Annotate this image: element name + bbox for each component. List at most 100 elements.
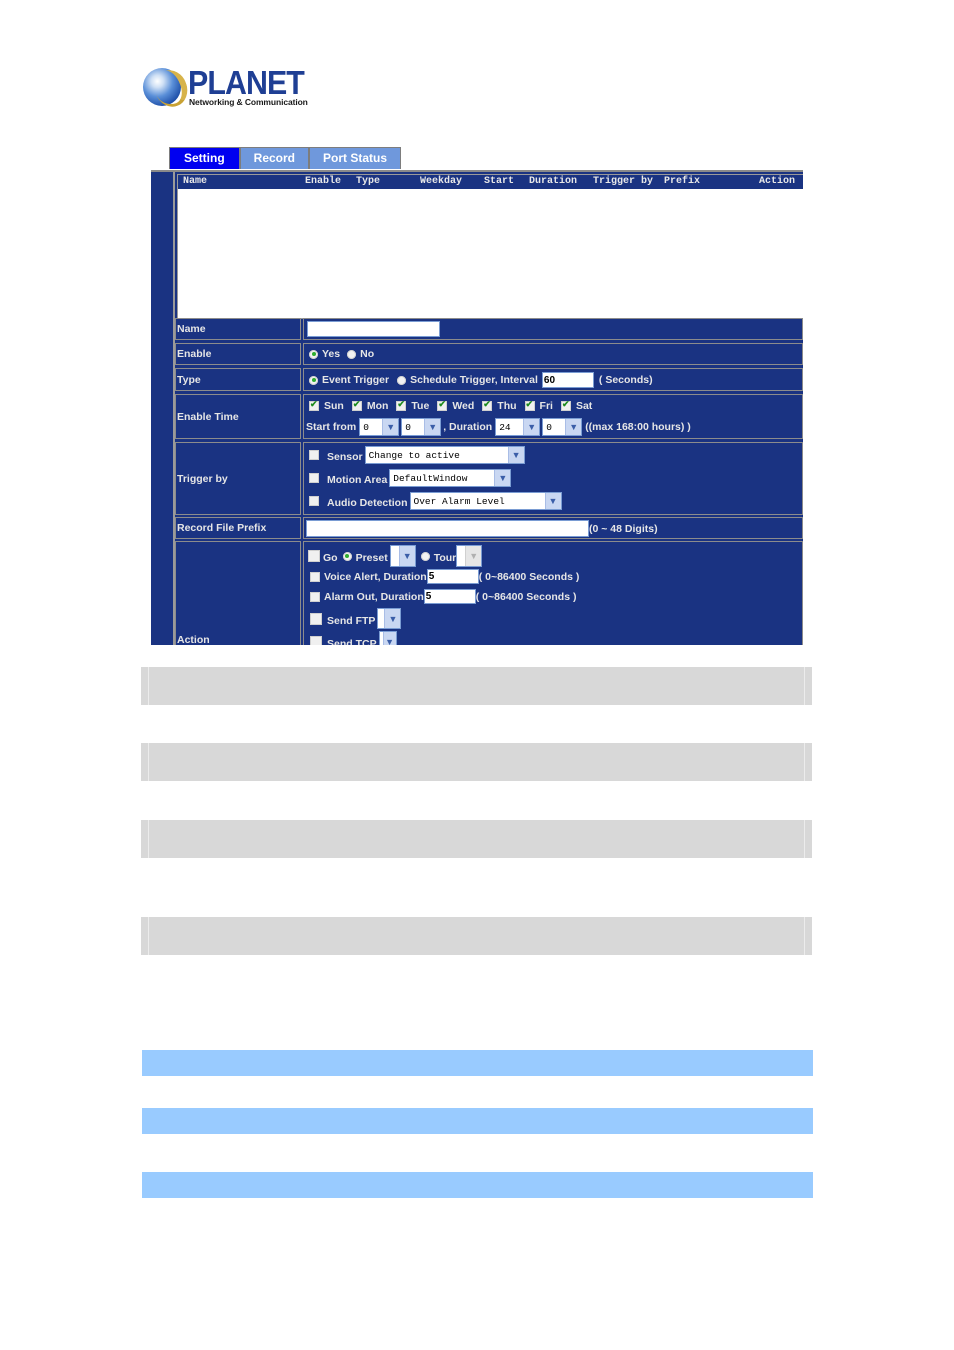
prefix-note: (0 ~ 48 Digits) [589, 522, 658, 535]
event-list[interactable]: Name Enable Type Weekday Start Duration … [177, 174, 803, 319]
chevron-down-icon: ▼ [494, 470, 511, 486]
alarm-out-duration-input[interactable] [423, 589, 476, 604]
col-weekday: Weekday [420, 176, 463, 187]
col-prefix: Prefix [664, 176, 701, 187]
type-label: Type [175, 368, 301, 391]
motion-area-checkbox[interactable] [309, 473, 319, 483]
chevron-down-icon: ▼ [523, 419, 540, 435]
enable-no-radio[interactable] [347, 349, 357, 359]
mon-checkbox[interactable] [351, 399, 362, 411]
chevron-down-icon: ▼ [382, 419, 399, 435]
row-enable-time: Enable Time Sun Mon Tue Wed Thu Fri Sat … [175, 394, 803, 439]
row-enable: Enable Yes No [175, 343, 803, 365]
go-checkbox[interactable] [308, 550, 320, 562]
col-start: Start [484, 176, 515, 187]
start-hour-select[interactable]: 0 ▼ [359, 418, 400, 436]
voice-alert-duration-input[interactable] [426, 569, 479, 584]
send-ftp-select[interactable]: ▼ [377, 608, 402, 629]
gray-band [141, 820, 812, 858]
panel-top-border [151, 170, 803, 172]
mon-label: Mon [366, 400, 389, 412]
event-trigger-radio[interactable] [309, 375, 318, 385]
chevron-down-icon: ▼ [382, 632, 396, 645]
tab-record[interactable]: Record [239, 147, 310, 169]
trigger-by-label: Trigger by [175, 442, 301, 515]
motion-area-label: Motion Area [327, 474, 388, 486]
wed-checkbox[interactable] [437, 399, 448, 411]
sat-checkbox[interactable] [560, 399, 571, 411]
tab-port-status[interactable]: Port Status [309, 147, 402, 169]
col-name: Name [183, 176, 208, 187]
max-duration-note: ((max 168:00 hours) ) [585, 421, 691, 433]
tue-checkbox[interactable] [396, 399, 407, 411]
send-tcp-select[interactable]: ▼ [378, 631, 397, 645]
start-from-label: Start from [306, 421, 357, 433]
alarm-out-checkbox[interactable] [310, 591, 320, 602]
send-tcp-checkbox[interactable] [310, 635, 322, 645]
interval-input[interactable] [541, 372, 594, 388]
motion-area-select[interactable]: DefaultWindow ▼ [389, 469, 512, 487]
start-minute-select[interactable]: 0 ▼ [401, 418, 442, 436]
blue-band [142, 1108, 813, 1134]
thu-label: Thu [497, 400, 517, 412]
go-label: Go [323, 552, 338, 564]
enable-time-label: Enable Time [175, 394, 301, 439]
send-ftp-label: Send FTP [327, 614, 376, 627]
chevron-down-icon: ▼ [424, 419, 441, 435]
duration-label: , Duration [443, 421, 493, 433]
enable-no-label: No [360, 348, 375, 360]
chevron-down-icon: ▼ [398, 546, 415, 566]
sensor-select[interactable]: Change to active ▼ [364, 446, 525, 464]
sun-checkbox[interactable] [309, 399, 319, 411]
schedule-trigger-radio[interactable] [397, 375, 407, 385]
gray-band [141, 743, 812, 781]
event-list-header: Name Enable Type Weekday Start Duration … [178, 175, 803, 189]
duration-hour-select[interactable]: 24 ▼ [495, 418, 541, 436]
event-settings-panel: Name Enable Type Weekday Start Duration … [151, 170, 803, 645]
enable-yes-radio[interactable] [309, 349, 318, 359]
sensor-checkbox[interactable] [309, 450, 319, 460]
record-file-prefix-input[interactable] [306, 520, 589, 537]
preset-label: Preset [355, 552, 388, 564]
preset-radio[interactable] [342, 551, 352, 561]
name-input[interactable] [307, 321, 440, 337]
brand-tagline: Networking & Communication [189, 97, 308, 107]
alarm-out-note: ( 0~86400 Seconds ) [475, 590, 577, 603]
sun-label: Sun [324, 400, 344, 412]
chevron-down-icon: ▼ [544, 493, 561, 509]
fri-label: Fri [539, 400, 553, 412]
duration-minute-select[interactable]: 0 ▼ [542, 418, 583, 436]
tour-label: Tour [433, 552, 457, 564]
send-tcp-label: Send TCP [327, 637, 377, 646]
chevron-down-icon: ▼ [507, 447, 524, 463]
col-type: Type [356, 176, 381, 187]
fri-checkbox[interactable] [524, 399, 535, 411]
send-ftp-checkbox[interactable] [310, 612, 322, 625]
col-duration: Duration [529, 176, 578, 187]
tab-setting[interactable]: Setting [169, 147, 240, 169]
interval-unit: ( Seconds) [598, 374, 653, 386]
event-trigger-label: Event Trigger [322, 374, 390, 386]
preset-select[interactable]: ▼ [389, 545, 416, 567]
chevron-down-icon: ▼ [384, 609, 401, 628]
gray-band [141, 667, 812, 705]
audio-detection-checkbox[interactable] [309, 496, 319, 506]
col-trigger-by: Trigger by [593, 176, 654, 187]
action-label: Action [175, 541, 301, 645]
name-label: Name [175, 318, 301, 340]
enable-label: Enable [175, 343, 301, 365]
audio-detection-label: Audio Detection [327, 497, 408, 509]
audio-detection-select[interactable]: Over Alarm Level ▼ [409, 492, 562, 510]
voice-alert-note: ( 0~86400 Seconds ) [478, 570, 580, 583]
col-action: Action [759, 176, 796, 187]
planet-logo: PLANET Networking & Communication [143, 64, 308, 112]
record-file-prefix-label: Record File Prefix [175, 517, 301, 539]
tour-select[interactable]: ▼ [456, 545, 483, 567]
tour-radio[interactable] [420, 551, 430, 561]
thu-checkbox[interactable] [482, 399, 493, 411]
col-enable: Enable [305, 176, 342, 187]
voice-alert-checkbox[interactable] [310, 571, 320, 582]
tue-label: Tue [411, 400, 430, 412]
tab-bar: Setting Record Port Status [169, 147, 402, 170]
sat-label: Sat [575, 400, 593, 412]
